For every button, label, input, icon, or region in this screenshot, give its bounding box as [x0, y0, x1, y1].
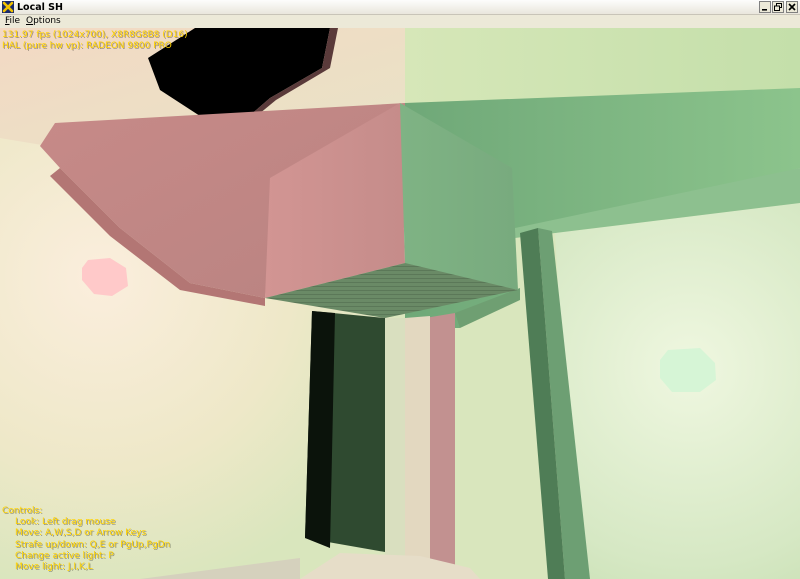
fps-readout: 131.97 fps (1024x700), X8R8G8B8 (D16): [2, 30, 188, 40]
restore-button[interactable]: [772, 1, 784, 13]
control-hint: Move light: J,I,K,L: [15, 562, 93, 573]
directx-x-icon: [2, 1, 14, 13]
render-viewport[interactable]: 131.97 fps (1024x700), X8R8G8B8 (D16) HA…: [0, 28, 800, 579]
minimize-button[interactable]: [759, 1, 771, 13]
light-pillar: [385, 318, 405, 563]
3d-scene[interactable]: [0, 28, 800, 579]
title-bar[interactable]: Local SH: [0, 0, 800, 15]
control-hint: Move: A,W,S,D or Arrow Keys: [15, 528, 147, 539]
control-hint: Strafe up/down: Q,E or PgUp,PgDn: [15, 539, 171, 550]
hud-stats: 131.97 fps (1024x700), X8R8G8B8 (D16) HA…: [2, 30, 188, 52]
app-window: Local SH File Options 131.97 fps (1024x7…: [0, 0, 800, 579]
hud-controls: Controls: Look: Left drag mouse Move: A,…: [2, 506, 170, 573]
control-hint: Change active light: P: [15, 550, 114, 561]
close-button[interactable]: [786, 1, 798, 13]
menu-options[interactable]: Options: [26, 15, 61, 28]
controls-header: Controls:: [2, 506, 43, 516]
menu-file[interactable]: File: [5, 15, 20, 28]
close-icon: [788, 3, 796, 11]
minimize-icon: [762, 9, 767, 11]
restore-icon: [774, 3, 782, 11]
beige-pillar: [405, 316, 430, 568]
menu-file-label: ile: [9, 16, 21, 26]
menu-options-label: ptions: [33, 16, 61, 26]
device-readout: HAL (pure hw vp): RADEON 9800 PRO: [2, 41, 172, 52]
control-hint: Look: Left drag mouse: [15, 517, 116, 528]
menu-bar: File Options: [0, 15, 800, 28]
window-title: Local SH: [17, 2, 63, 13]
